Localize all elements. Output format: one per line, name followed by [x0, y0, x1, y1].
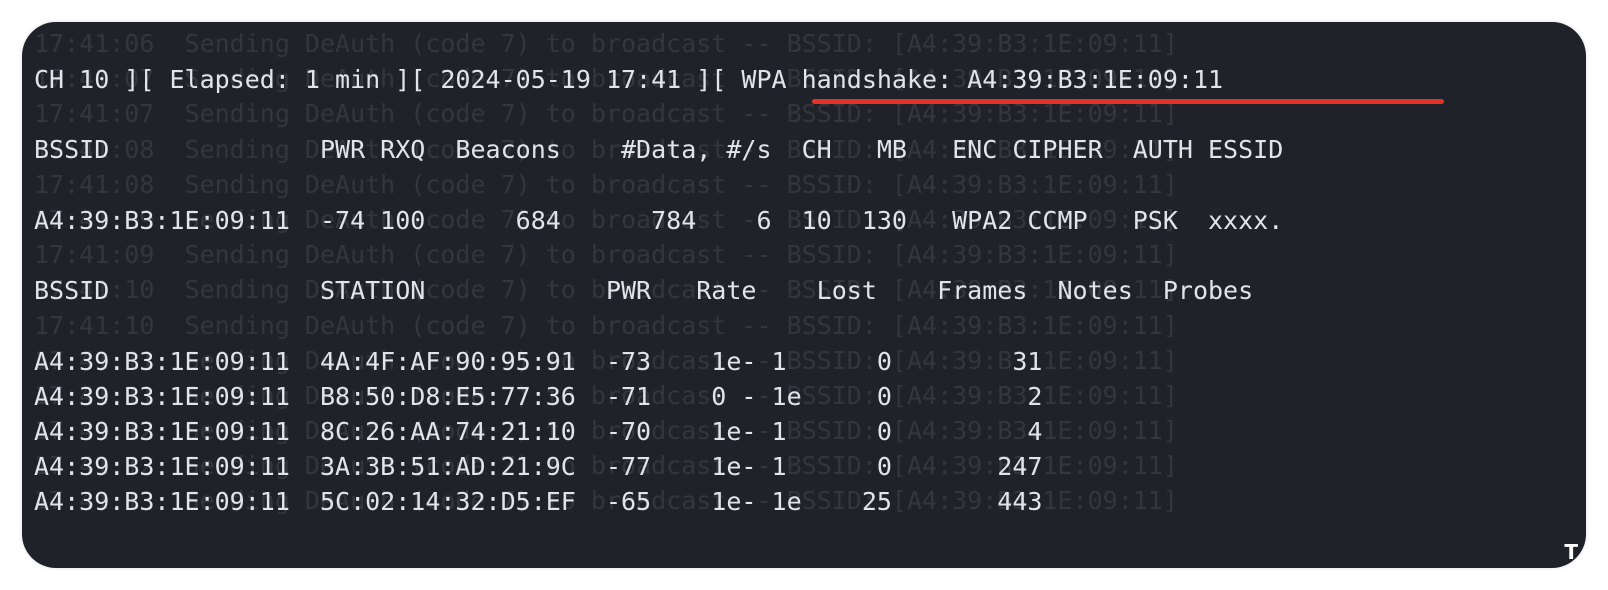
station-table-row: A4:39:B3:1E:09:11 B8:50:D8:E5:77:36 -71 … [34, 381, 1043, 411]
station-table-row: A4:39:B3:1E:09:11 8C:26:AA:74:21:10 -70 … [34, 416, 1043, 446]
log-line: 17:41:06 Sending DeAuth (code 7) to broa… [34, 29, 1178, 58]
station-table-row: A4:39:B3:1E:09:11 3A:3B:51:AD:21:9C -77 … [34, 452, 1043, 482]
terminal-window: 17:41:06 Sending DeAuth (code 7) to broa… [22, 22, 1586, 568]
status-line: CH 10 ][ Elapsed: 1 min ][ 2024-05-19 17… [34, 65, 1224, 94]
watermark-logo: T [1564, 540, 1578, 564]
ap-table-row: A4:39:B3:1E:09:11 -74 100 684 784 6 10 1… [34, 205, 1284, 235]
ap-table-header: BSSID PWR RXQ Beacons #Data, #/s CH MB E… [34, 135, 1284, 165]
station-table-row: A4:39:B3:1E:09:11 4A:4F:AF:90:95:91 -73 … [34, 346, 1043, 376]
airodump-output: CH 10 ][ Elapsed: 1 min ][ 2024-05-19 17… [34, 62, 1283, 519]
station-table-row: A4:39:B3:1E:09:11 5C:02:14:32:D5:EF -65 … [34, 487, 1043, 517]
station-table-header: BSSID STATION PWR Rate Lost Frames Notes… [34, 276, 1254, 306]
handshake-highlight-underline [812, 99, 1444, 104]
